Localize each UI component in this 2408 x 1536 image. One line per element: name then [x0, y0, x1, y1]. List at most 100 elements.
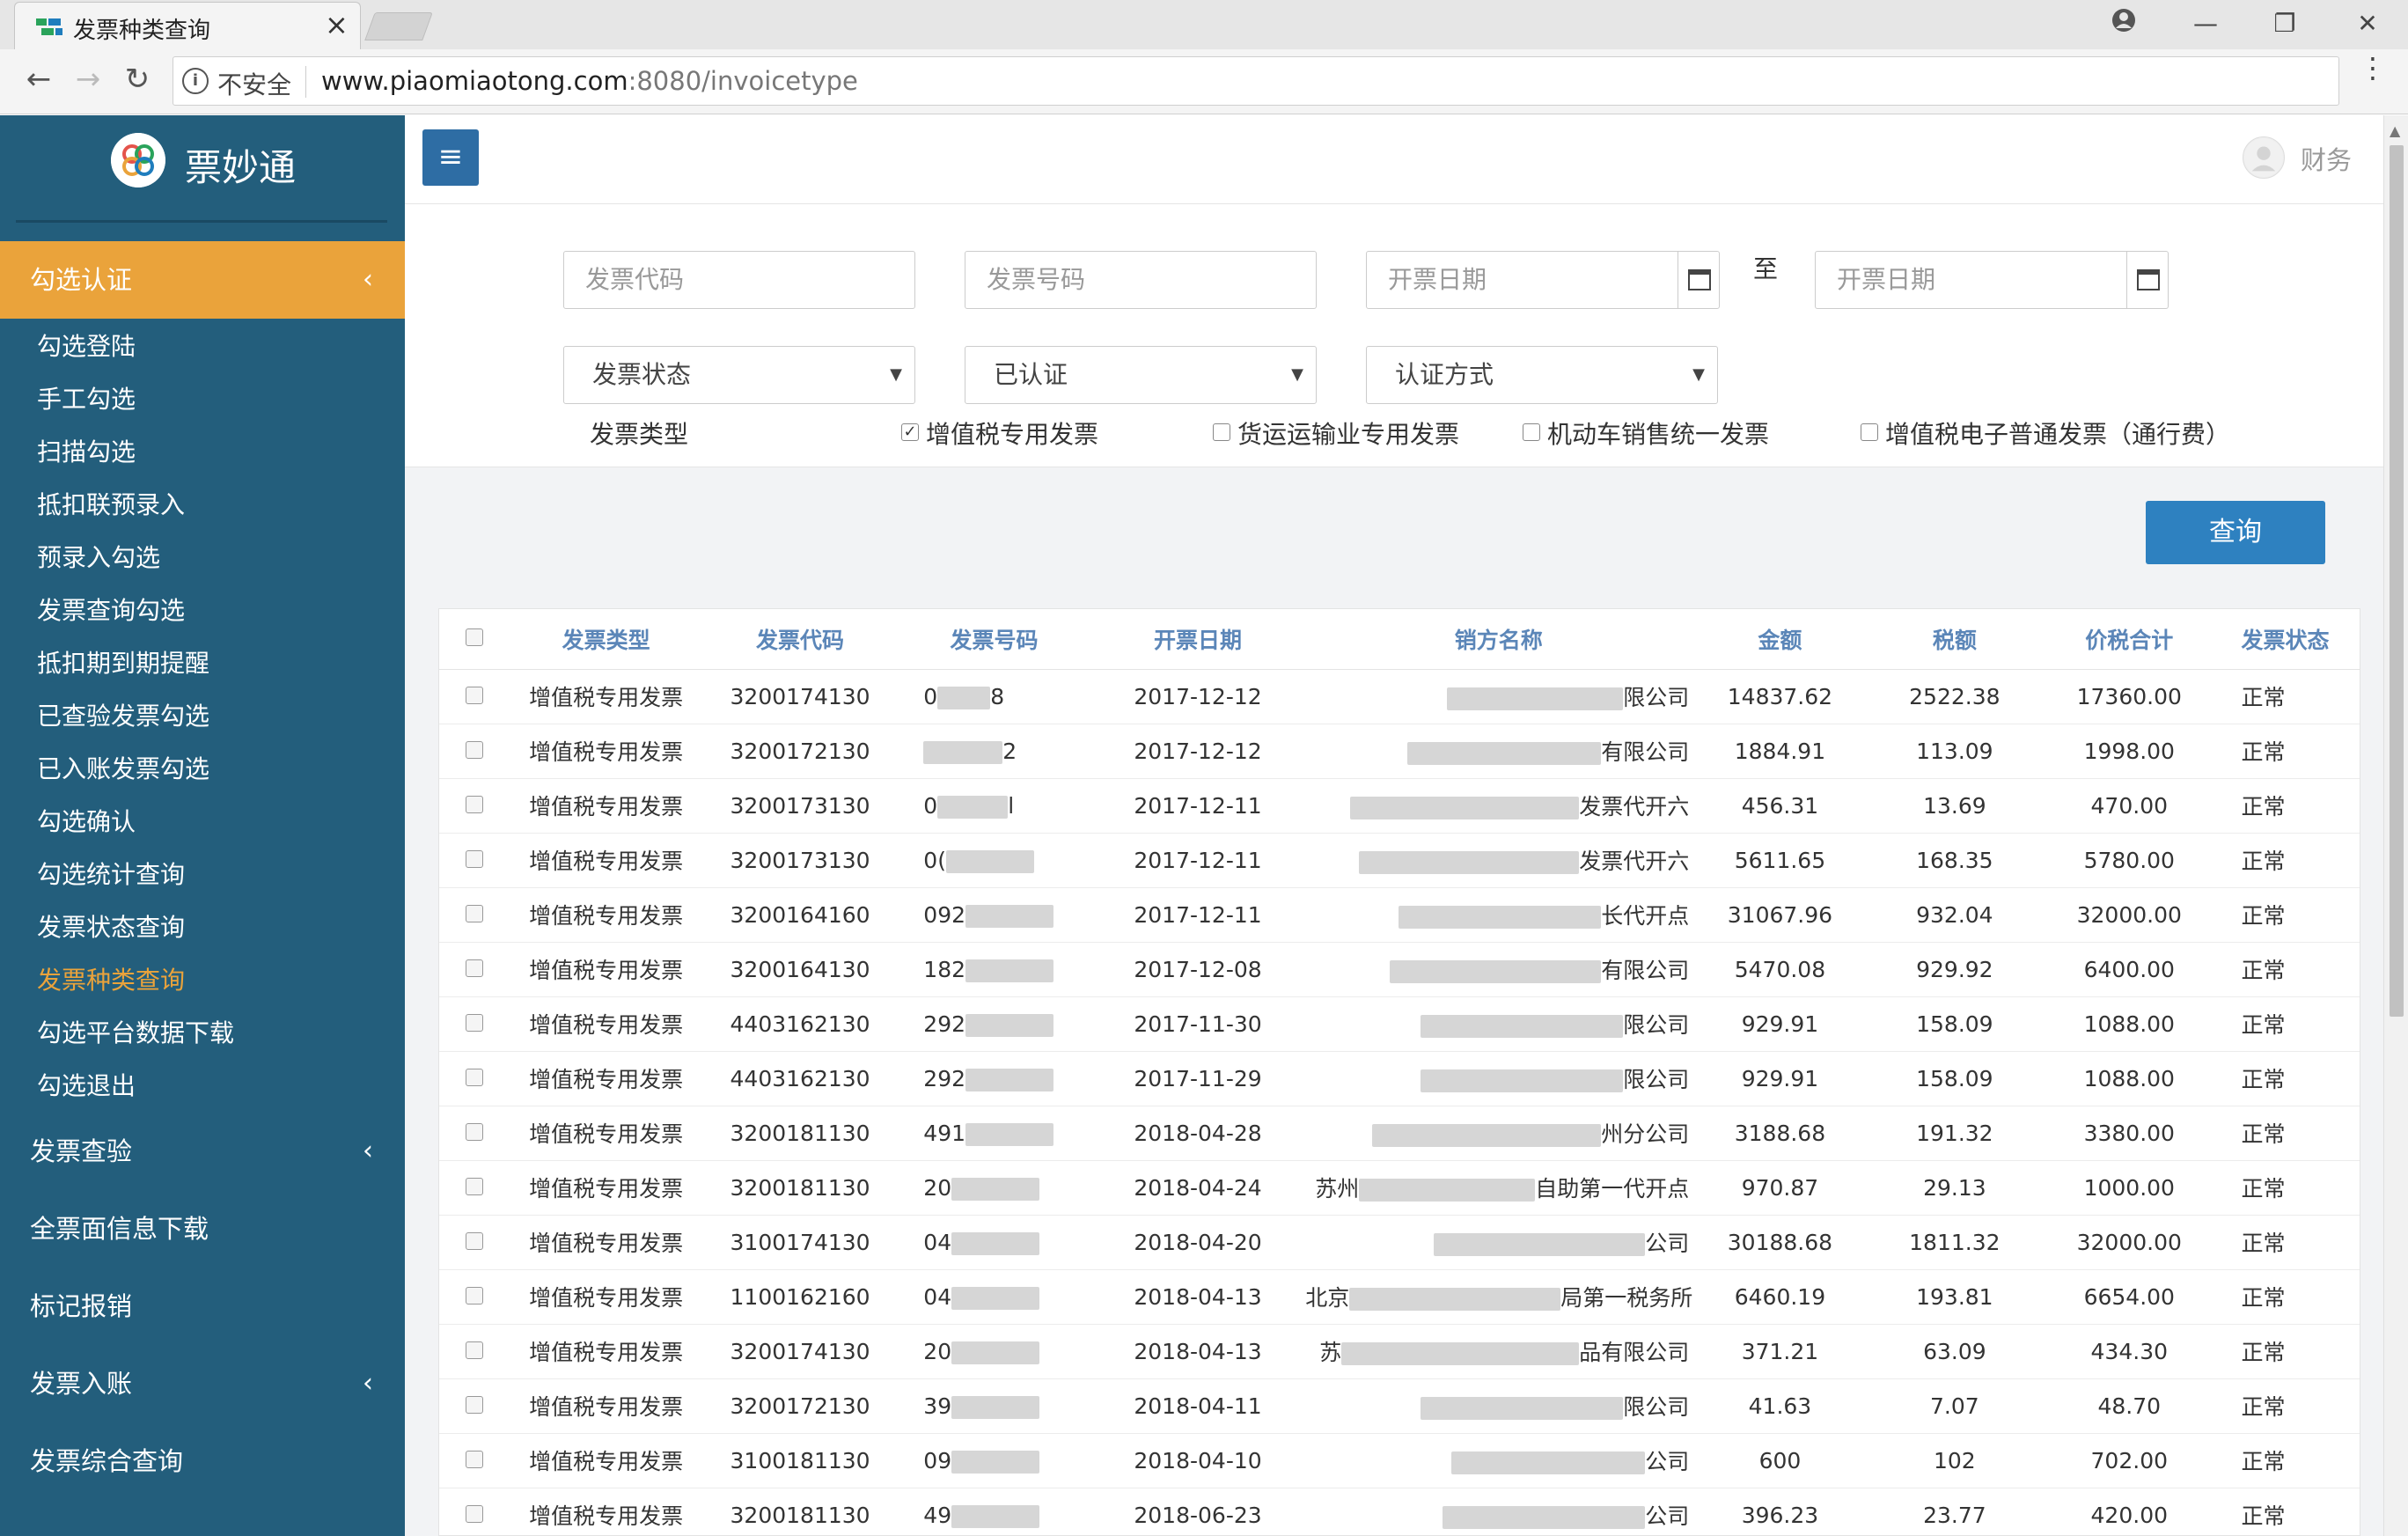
sidebar-item-expiry-reminder[interactable]: 抵扣期到期提醒 — [0, 637, 405, 690]
sidebar-item-status-query[interactable]: 发票状态查询 — [0, 901, 405, 954]
col-header-type[interactable]: 发票类型 — [509, 609, 703, 670]
row-checkbox[interactable] — [465, 1231, 483, 1250]
menu-section-invoice-posting[interactable]: 发票入账 ‹ — [0, 1345, 405, 1422]
info-icon[interactable]: i — [182, 68, 209, 94]
row-checkbox[interactable] — [465, 795, 483, 813]
row-checkbox[interactable] — [465, 904, 483, 922]
table-row[interactable]: 增值税专用发票 3200174130 0 8 2017-12-12 限公司 14837.62… — [439, 669, 2360, 724]
url-text[interactable]: www.piaomiaotong.com:8080/invoicetype — [321, 66, 858, 96]
row-select-cell[interactable] — [439, 1433, 510, 1488]
sidebar-item-verified-select[interactable]: 已查验发票勾选 — [0, 690, 405, 743]
query-button[interactable]: 查询 — [2146, 501, 2325, 564]
table-row[interactable]: 增值税专用发票 3200174130 20 2018-04-13 苏 品有限公司 371.2… — [439, 1324, 2360, 1379]
table-row[interactable]: 增值税专用发票 1100162160 04 2018-04-13 北京 局第一税务所 646… — [439, 1269, 2360, 1325]
new-tab-button[interactable] — [364, 12, 433, 40]
menu-section-invoice-verify[interactable]: 发票查验 ‹ — [0, 1113, 405, 1190]
browser-tab[interactable]: 发票种类查询 × — [14, 2, 361, 49]
sidebar-item-pre-entry-select[interactable]: 预录入勾选 — [0, 532, 405, 584]
sidebar-item-scan-select[interactable]: 扫描勾选 — [0, 426, 405, 479]
row-checkbox[interactable] — [465, 1013, 483, 1032]
select-all-cell[interactable] — [439, 609, 510, 670]
row-checkbox[interactable] — [465, 1450, 483, 1468]
user-name[interactable]: 财务 — [2301, 140, 2352, 177]
col-header-date[interactable]: 开票日期 — [1090, 609, 1305, 670]
menu-section-selection-auth[interactable]: 勾选认证 ‹ — [0, 241, 405, 319]
sidebar-item-pre-entry[interactable]: 抵扣联预录入 — [0, 479, 405, 532]
invoice-code-input[interactable]: 发票代码 — [563, 251, 915, 309]
window-close-button[interactable]: ✕ — [2341, 4, 2394, 44]
checkbox[interactable] — [1213, 423, 1230, 441]
table-row[interactable]: 增值税专用发票 3200172130 39 2018-04-11 限公司 41.63 7.0… — [439, 1378, 2360, 1434]
table-row[interactable]: 增值税专用发票 3200181130 49 2018-06-23 公司 396.23 23.… — [439, 1488, 2360, 1535]
table-row[interactable]: 增值税专用发票 4403162130 292 2017-11-29 限公司 929.91 1… — [439, 1051, 2360, 1106]
type-option-vat-special[interactable]: ✓ 增值税专用发票 — [901, 415, 1098, 451]
checkbox[interactable] — [1861, 423, 1878, 441]
col-header-tax[interactable]: 税额 — [1867, 609, 2043, 670]
invoice-number-input[interactable]: 发票号码 — [965, 251, 1317, 309]
col-header-amount[interactable]: 金额 — [1692, 609, 1868, 670]
row-checkbox[interactable] — [465, 686, 483, 704]
sidebar-item-logout[interactable]: 勾选退出 — [0, 1060, 405, 1113]
date-to-input[interactable]: 开票日期 — [1815, 251, 2128, 309]
auth-method-select[interactable]: 认证方式 ▼ — [1366, 346, 1718, 404]
select-all-checkbox[interactable] — [465, 628, 483, 647]
menu-section-mark-reimburse[interactable]: 标记报销 — [0, 1268, 405, 1345]
browser-menu-icon[interactable]: ⋮ — [2359, 54, 2387, 82]
scroll-up-arrow-icon[interactable]: ▲ — [2390, 122, 2400, 139]
col-header-number[interactable]: 发票号码 — [897, 609, 1091, 670]
table-row[interactable]: 增值税专用发票 3200173130 0(2017-12-11 发票代开六 5611.6… — [439, 833, 2360, 888]
col-header-status[interactable]: 发票状态 — [2216, 609, 2360, 670]
sidebar-item-login[interactable]: 勾选登陆 — [0, 320, 405, 373]
row-checkbox[interactable] — [465, 1504, 483, 1523]
row-select-cell[interactable] — [439, 1215, 510, 1270]
row-select-cell[interactable] — [439, 833, 510, 888]
sidebar-item-manual-select[interactable]: 手工勾选 — [0, 373, 405, 426]
window-minimize-button[interactable]: — — [2179, 4, 2232, 44]
col-header-total[interactable]: 价税合计 — [2042, 609, 2217, 670]
menu-section-combined-query[interactable]: 发票综合查询 — [0, 1422, 405, 1500]
row-select-cell[interactable] — [439, 1051, 510, 1106]
row-select-cell[interactable] — [439, 724, 510, 779]
sidebar-item-posted-select[interactable]: 已入账发票勾选 — [0, 743, 405, 796]
table-row[interactable]: 增值税专用发票 3200164130 182 2017-12-08 有限公司 5470.0… — [439, 942, 2360, 997]
type-option-toll-electronic[interactable]: 增值税电子普通发票（通行费） — [1861, 415, 2230, 451]
row-select-cell[interactable] — [439, 942, 510, 997]
row-checkbox[interactable] — [465, 1122, 483, 1141]
row-checkbox[interactable] — [465, 1286, 483, 1304]
sidebar-item-invoice-query-select[interactable]: 发票查询勾选 — [0, 584, 405, 637]
row-select-cell[interactable] — [439, 669, 510, 724]
menu-section-full-download[interactable]: 全票面信息下载 — [0, 1190, 405, 1268]
date-from-input[interactable]: 开票日期 — [1366, 251, 1679, 309]
table-row[interactable]: 增值税专用发票 3200173130 0 l 2017-12-11 发票代开六 456.31… — [439, 778, 2360, 834]
row-select-cell[interactable] — [439, 1269, 510, 1325]
sidebar-item-confirm[interactable]: 勾选确认 — [0, 796, 405, 849]
table-row[interactable]: 增值税专用发票 3100174130 04 2018-04-20 公司 30188.68 1… — [439, 1215, 2360, 1270]
row-checkbox[interactable] — [465, 849, 483, 868]
auth-status-select[interactable]: 已认证 ▼ — [965, 346, 1317, 404]
row-select-cell[interactable] — [439, 887, 510, 943]
table-row[interactable]: 增值税专用发票 3200181130 20 2018-04-24 苏州 自助第一代开点 97… — [439, 1160, 2360, 1216]
row-select-cell[interactable] — [439, 1488, 510, 1535]
status-select[interactable]: 发票状态 ▼ — [563, 346, 915, 404]
date-to-calendar-button[interactable] — [2126, 251, 2169, 309]
table-row[interactable]: 增值税专用发票 3100181130 09 2018-04-10 公司 600 102 702… — [439, 1433, 2360, 1488]
window-maximize-button[interactable]: ❐ — [2258, 4, 2311, 44]
type-option-freight[interactable]: 货运运输业专用发票 — [1213, 415, 1459, 451]
row-checkbox[interactable] — [465, 1177, 483, 1195]
date-from-calendar-button[interactable] — [1678, 251, 1720, 309]
table-row[interactable]: 增值税专用发票 3200172130 2 2017-12-12 有限公司 1884.91 1… — [439, 724, 2360, 779]
col-header-code[interactable]: 发票代码 — [702, 609, 898, 670]
row-select-cell[interactable] — [439, 996, 510, 1052]
table-row[interactable]: 增值税专用发票 3200164160 092 2017-12-11 长代开点 31067.… — [439, 887, 2360, 943]
row-select-cell[interactable] — [439, 1160, 510, 1216]
tab-close-icon[interactable]: × — [325, 8, 349, 41]
user-avatar[interactable] — [2243, 136, 2285, 179]
row-select-cell[interactable] — [439, 1324, 510, 1379]
table-row[interactable]: 增值税专用发票 4403162130 292 2017-11-30 限公司 929.91 1… — [439, 996, 2360, 1052]
address-bar[interactable]: i 不安全 www.piaomiaotong.com:8080/invoicet… — [173, 56, 2339, 106]
row-checkbox[interactable] — [465, 740, 483, 759]
scrollbar-thumb[interactable] — [2390, 145, 2404, 1017]
row-select-cell[interactable] — [439, 778, 510, 834]
row-checkbox[interactable] — [465, 1341, 483, 1359]
reload-button[interactable]: ↻ — [116, 58, 158, 100]
